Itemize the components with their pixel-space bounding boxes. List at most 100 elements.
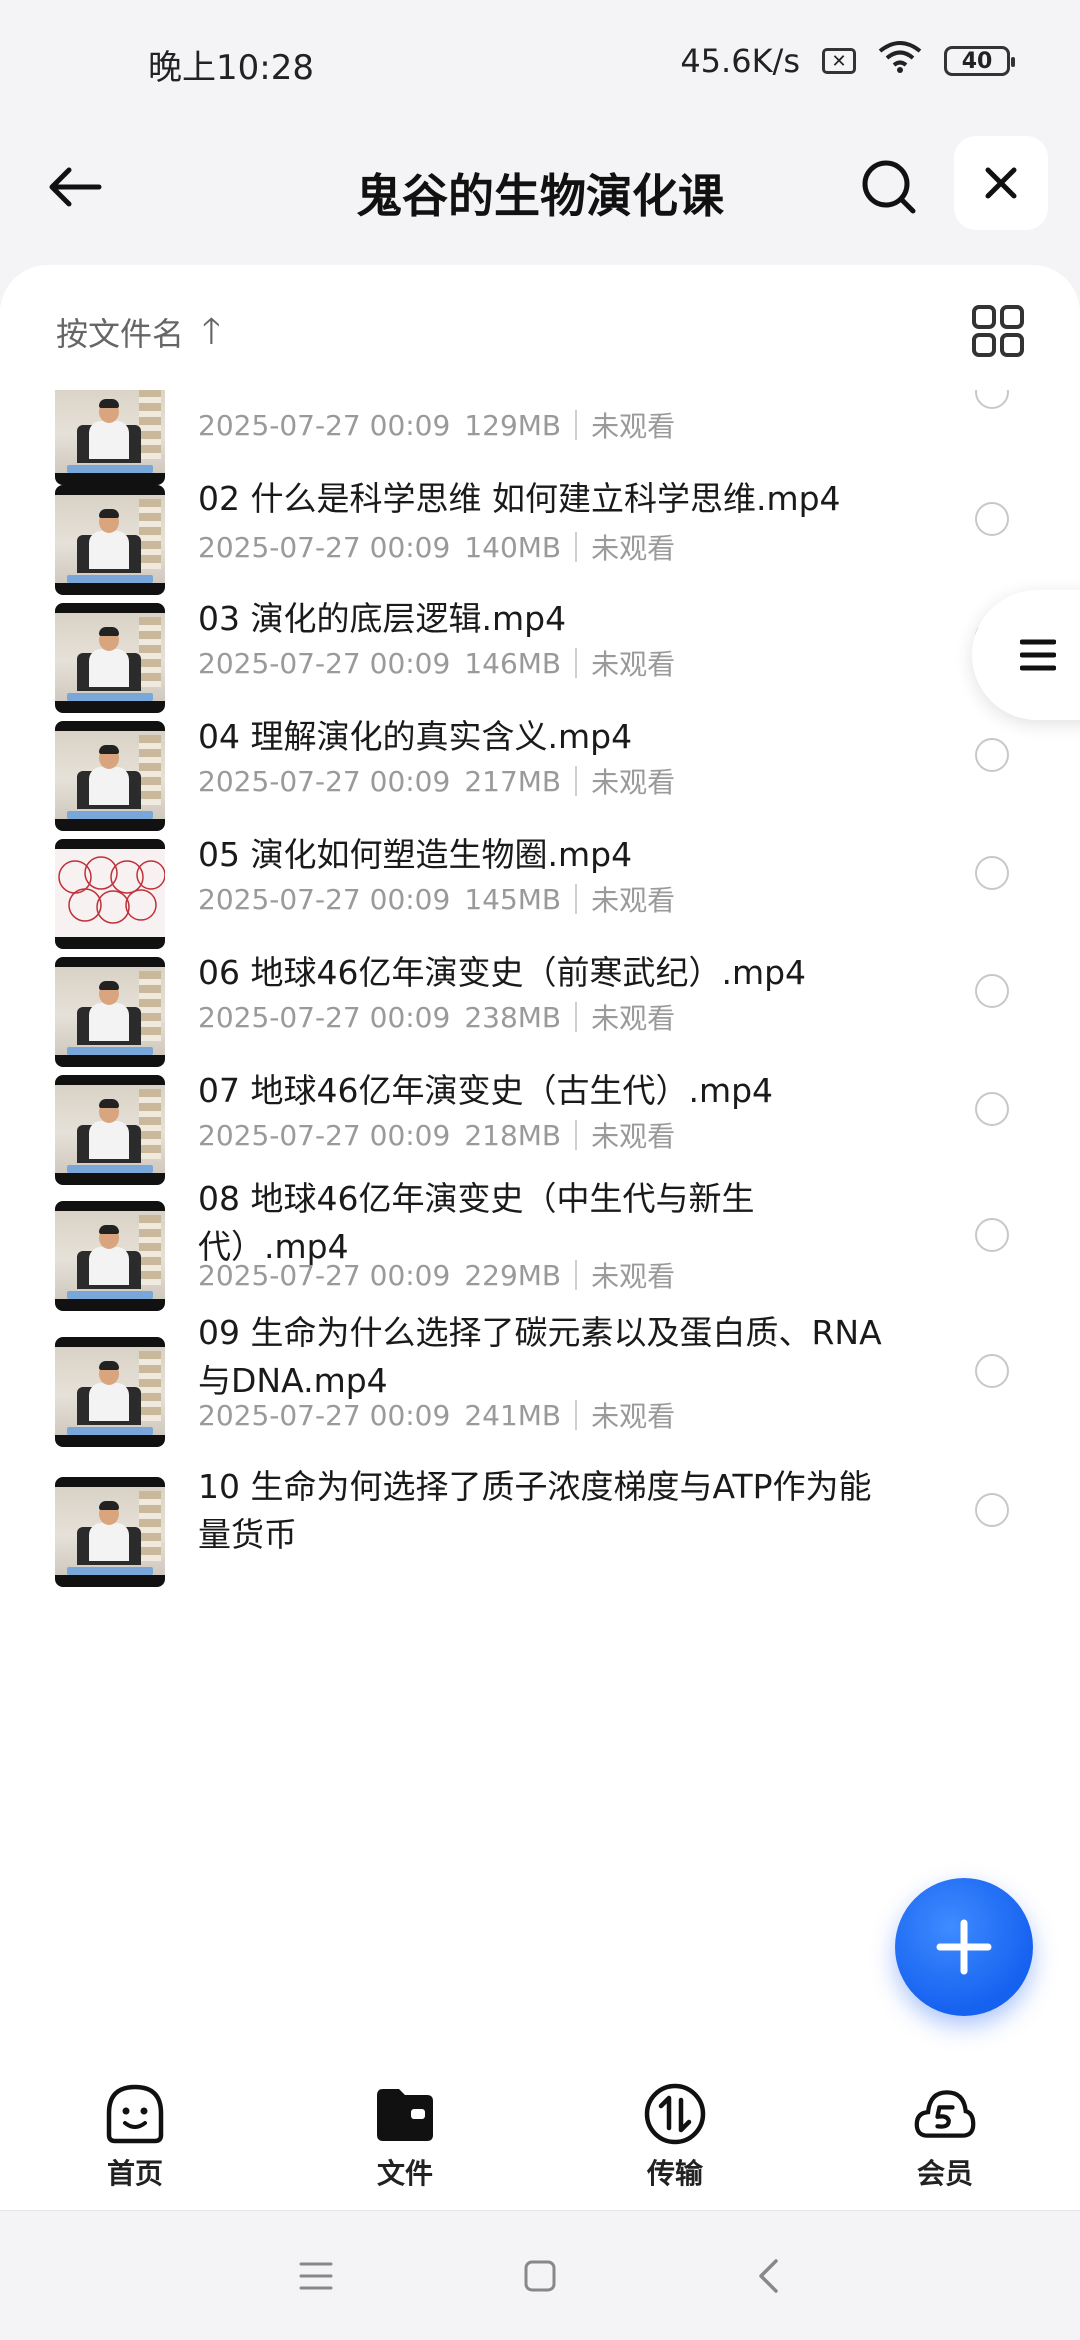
sort-bar: 按文件名 🡑 bbox=[0, 265, 1080, 390]
select-radio[interactable] bbox=[975, 1354, 1009, 1388]
file-list: 01 导语 如何理解生物的演化.mp42025-07-27 00:09129MB… bbox=[0, 375, 1080, 2060]
file-date: 2025-07-27 00:09 bbox=[198, 764, 451, 798]
smiley-home-icon bbox=[103, 2082, 167, 2146]
file-meta: 2025-07-27 00:09 129MB 未观看 bbox=[198, 405, 675, 445]
watch-status: 未观看 bbox=[591, 884, 676, 917]
status-time: 晚上10:28 bbox=[148, 48, 314, 88]
file-meta: 2025-07-27 00:09 146MB 未观看 bbox=[198, 643, 675, 683]
file-name: 05 演化如何塑造生物圈.mp4 bbox=[198, 835, 633, 874]
meta-divider bbox=[575, 532, 578, 562]
nav-transfer-label: 传输 bbox=[646, 2157, 703, 2190]
file-date: 2025-07-27 00:09 bbox=[198, 1398, 451, 1432]
nav-transfer[interactable]: 传输 bbox=[540, 2065, 810, 2210]
sim-disabled-icon: ✕ bbox=[822, 48, 856, 74]
file-meta: 2025-07-27 00:09 140MB 未观看 bbox=[198, 527, 675, 567]
battery-icon: 40 bbox=[944, 46, 1015, 76]
file-date: 2025-07-27 00:09 bbox=[198, 530, 451, 564]
nav-home[interactable]: 首页 bbox=[0, 2065, 270, 2210]
file-size: 229MB bbox=[464, 1258, 562, 1292]
file-size: 140MB bbox=[464, 530, 562, 564]
file-name: 02 什么是科学思维 如何建立科学思维.mp4 bbox=[198, 479, 841, 518]
watch-status: 未观看 bbox=[591, 1120, 676, 1153]
file-size: 218MB bbox=[464, 1118, 562, 1152]
net-speed: 45.6K/s bbox=[680, 42, 800, 80]
file-meta: 2025-07-27 00:09 218MB 未观看 bbox=[198, 1115, 675, 1155]
watch-status: 未观看 bbox=[591, 648, 676, 681]
search-icon bbox=[862, 160, 916, 214]
video-thumbnail bbox=[55, 375, 165, 485]
transfer-icon bbox=[643, 2082, 707, 2146]
select-radio[interactable] bbox=[975, 856, 1009, 890]
grid-view-icon[interactable] bbox=[970, 303, 1026, 359]
video-thumbnail bbox=[55, 603, 165, 713]
video-thumbnail bbox=[55, 839, 165, 949]
system-nav-bar bbox=[0, 2210, 1080, 2340]
close-button[interactable] bbox=[954, 136, 1048, 230]
add-button[interactable] bbox=[895, 1878, 1033, 2016]
meta-divider bbox=[575, 1260, 578, 1290]
video-thumbnail bbox=[55, 1337, 165, 1447]
system-back-button[interactable] bbox=[743, 2251, 793, 2301]
nav-home-label: 首页 bbox=[106, 2157, 163, 2190]
select-radio[interactable] bbox=[975, 1092, 1009, 1126]
video-thumbnail bbox=[55, 1477, 165, 1587]
menu-icon bbox=[299, 2262, 333, 2290]
meta-divider bbox=[575, 648, 578, 678]
arrow-up-icon[interactable]: 🡑 bbox=[202, 305, 221, 366]
square-icon bbox=[524, 2260, 556, 2292]
nav-files-label: 文件 bbox=[376, 2157, 433, 2190]
file-date: 2025-07-27 00:09 bbox=[198, 1118, 451, 1152]
file-list-card: 按文件名 🡑 01 导语 如何理解生物的演化.mp42025-07-27 00:… bbox=[0, 265, 1080, 2065]
status-bar: 晚上10:28 45.6K/s ✕ 40 bbox=[0, 0, 1080, 130]
menu-lines-icon bbox=[1020, 639, 1056, 671]
sort-by-name-button[interactable]: 按文件名 bbox=[56, 309, 184, 355]
file-date: 2025-07-27 00:09 bbox=[198, 408, 451, 442]
meta-divider bbox=[575, 766, 578, 796]
watch-status: 未观看 bbox=[591, 532, 676, 565]
meta-divider bbox=[575, 1400, 578, 1430]
meta-divider bbox=[575, 884, 578, 914]
meta-divider bbox=[575, 410, 578, 440]
file-size: 145MB bbox=[464, 882, 562, 916]
watch-status: 未观看 bbox=[591, 410, 676, 443]
file-date: 2025-07-27 00:09 bbox=[198, 646, 451, 680]
select-radio[interactable] bbox=[975, 738, 1009, 772]
search-button[interactable] bbox=[852, 150, 926, 224]
file-meta: 2025-07-27 00:09 229MB 未观看 bbox=[198, 1255, 675, 1295]
home-button[interactable] bbox=[515, 2251, 565, 2301]
watch-status: 未观看 bbox=[591, 1400, 676, 1433]
file-name: 06 地球46亿年演变史（前寒武纪）.mp4 bbox=[198, 953, 807, 992]
watch-status: 未观看 bbox=[591, 1260, 676, 1293]
file-name: 04 理解演化的真实含义.mp4 bbox=[198, 717, 633, 756]
chevron-left-icon bbox=[759, 2259, 778, 2293]
file-meta: 2025-07-27 00:09 145MB 未观看 bbox=[198, 879, 675, 919]
status-right: 45.6K/s ✕ 40 bbox=[680, 40, 1015, 82]
file-meta: 2025-07-27 00:09 217MB 未观看 bbox=[198, 761, 675, 801]
video-thumbnail bbox=[55, 1201, 165, 1311]
select-radio[interactable] bbox=[975, 502, 1009, 536]
file-name: 07 地球46亿年演变史（古生代）.mp4 bbox=[198, 1071, 774, 1110]
nav-vip[interactable]: 会员 bbox=[810, 2065, 1080, 2210]
file-meta: 2025-07-27 00:09 241MB 未观看 bbox=[198, 1395, 675, 1435]
file-date: 2025-07-27 00:09 bbox=[198, 882, 451, 916]
header: 鬼谷的生物演化课 bbox=[0, 130, 1080, 260]
file-size: 146MB bbox=[464, 646, 562, 680]
select-radio[interactable] bbox=[975, 1218, 1009, 1252]
file-date: 2025-07-27 00:09 bbox=[198, 1000, 451, 1034]
plus-icon bbox=[936, 1919, 992, 1975]
recent-apps-button[interactable] bbox=[291, 2251, 341, 2301]
file-date: 2025-07-27 00:09 bbox=[198, 1258, 451, 1292]
nav-files[interactable]: 文件 bbox=[270, 2065, 540, 2210]
wifi-icon bbox=[878, 40, 922, 82]
video-thumbnail bbox=[55, 721, 165, 831]
meta-divider bbox=[575, 1120, 578, 1150]
cloud-vip-icon bbox=[913, 2082, 977, 2146]
select-radio[interactable] bbox=[975, 974, 1009, 1008]
select-radio[interactable] bbox=[975, 1493, 1009, 1527]
video-thumbnail bbox=[55, 485, 165, 595]
watch-status: 未观看 bbox=[591, 766, 676, 799]
video-thumbnail bbox=[55, 957, 165, 1067]
file-size: 129MB bbox=[464, 408, 562, 442]
file-name: 03 演化的底层逻辑.mp4 bbox=[198, 599, 567, 638]
folder-icon bbox=[373, 2082, 437, 2146]
